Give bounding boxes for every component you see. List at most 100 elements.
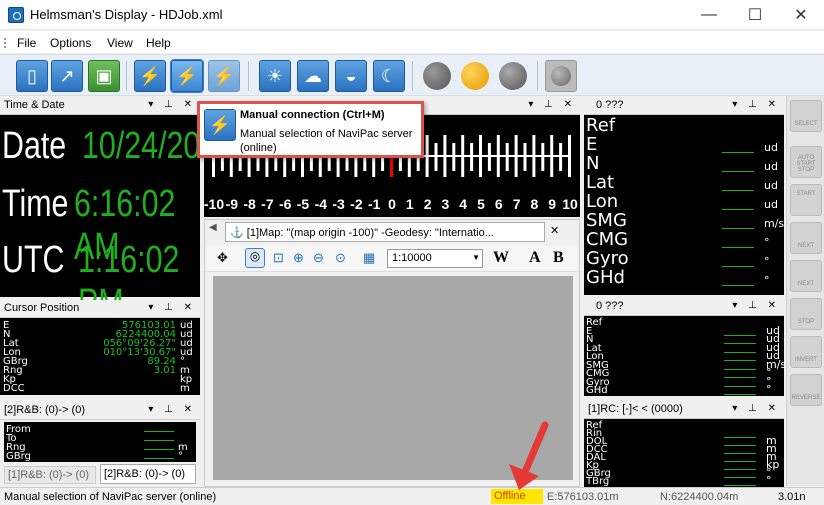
side-button-strip: SELECT AUTO START STOP START NEXT NEXT S… [786, 96, 824, 486]
ruler-tick-label: 6 [495, 196, 503, 212]
document-icon: ▯ [27, 65, 37, 86]
chevron-down-icon: ▼ [472, 253, 480, 262]
menu-help[interactable]: Help [146, 36, 171, 50]
ruler-tick-label: 10 [562, 196, 578, 212]
date-label: Date [2, 125, 67, 167]
cloud-mode-button[interactable]: ☁ [297, 60, 329, 92]
grid-icon[interactable]: ▦ [363, 250, 375, 266]
ruler-tick-label: 9 [548, 196, 556, 212]
reverse-button[interactable]: REVERSE [790, 374, 822, 406]
auto-start-stop-button[interactable]: AUTO START STOP [790, 146, 822, 178]
stop-button[interactable]: STOP [790, 298, 822, 330]
row-unit: ° [178, 451, 183, 462]
invert-button[interactable]: INVERT [790, 336, 822, 368]
gray-indicator-icon[interactable] [423, 62, 451, 90]
panel-controls[interactable]: ▾ ⊥ ✕ [528, 99, 576, 110]
tab-left-arrow[interactable]: ◀ [209, 222, 219, 240]
new-file-button[interactable]: ▯ [16, 60, 48, 92]
tooltip-body: Manual selection of NaviPac server (onli… [240, 128, 413, 154]
row-unit: ° [764, 255, 770, 268]
minimize-button[interactable]: — [686, 0, 732, 30]
menu-file[interactable]: File [17, 36, 36, 50]
panel-title: [2]R&B: (0)-> (0) [4, 404, 85, 416]
btn-b[interactable]: B [553, 249, 564, 267]
tab-rb-1[interactable]: [1]R&B: (0)-> (0) [4, 466, 96, 484]
open-file-button[interactable]: ↗ [51, 60, 83, 92]
panel-title: Time & Date [4, 99, 65, 111]
night-mode-button[interactable]: ☾ [373, 60, 405, 92]
zoom-extent-icon[interactable]: ⊙ [335, 250, 346, 266]
scale-select[interactable]: 1:10000 ▼ [387, 249, 483, 268]
next-button[interactable]: NEXT [790, 222, 822, 254]
right-panel-3: [1]RC: [-]< < (0000) ▾ ⊥ ✕ Ref Rin DOL m DCC… [584, 401, 784, 487]
row-unit: ° [764, 274, 770, 287]
rb-data: From To Rng m GBrg ° [4, 422, 196, 462]
zoom-out-icon[interactable]: ⊖ [313, 250, 324, 266]
gray-half-indicator-icon[interactable] [499, 62, 527, 90]
menu-options[interactable]: Options [50, 36, 91, 50]
status-east: E:576103.01m [547, 491, 619, 503]
panel-controls[interactable]: ▾ ⊥ ✕ [148, 99, 196, 110]
status-north: N:6224400.04m [660, 491, 739, 503]
cloud-icon: ☁ [304, 65, 322, 86]
connect-button[interactable]: ⚡ [134, 60, 166, 92]
value-line [724, 453, 756, 454]
disconnect-button[interactable]: ⚡ [208, 60, 240, 92]
btn-a[interactable]: A [529, 249, 541, 267]
row-unit: ° [766, 383, 772, 396]
yellow-indicator-icon[interactable] [461, 62, 489, 90]
record-icon [551, 66, 571, 86]
tab-rb-2[interactable]: [2]R&B: (0)-> (0) [100, 464, 196, 484]
zoom-in-icon[interactable]: ⊕ [293, 250, 304, 266]
close-button[interactable]: ✕ [778, 0, 824, 30]
right-panel-1: 0 ??? ▾ ⊥ ✕ Ref Eud Nud Lat ud Lon ud SMG m/s CMG… [584, 97, 784, 295]
row-unit: ud [764, 179, 778, 192]
plug-wireless-icon: ⚡ [212, 65, 236, 86]
zoom-window-icon[interactable]: ⊡ [273, 250, 284, 266]
menu-view[interactable]: View [107, 36, 133, 50]
dusk-mode-button[interactable]: ◒ [335, 60, 367, 92]
maximize-button[interactable]: ☐ [732, 0, 778, 30]
toolbar-separator [412, 61, 413, 91]
day-mode-button[interactable]: ☀ [259, 60, 291, 92]
panel-controls[interactable]: ▾ ⊥ ✕ [732, 300, 780, 311]
map-tab[interactable]: ⚓ [1]Map: "(map origin -100)" -Geodesy: … [225, 222, 545, 242]
panel-header: 0 ??? ▾ ⊥ ✕ [584, 97, 784, 115]
ruler-tick-label: -8 [243, 196, 256, 212]
pan-icon[interactable]: ✥ [217, 250, 228, 266]
panel-controls[interactable]: ▾ ⊥ ✕ [148, 404, 196, 415]
value-line [724, 377, 756, 378]
map-tab-close[interactable]: ✕ [550, 224, 559, 237]
ruler-tick-label: 8 [531, 196, 539, 212]
btn-w[interactable]: W [493, 249, 509, 267]
map-tab-title: [1]Map: "(map origin -100)" -Geodesy: "I… [246, 227, 494, 239]
center-icon[interactable]: ◎ [245, 248, 265, 268]
annotation-arrow [509, 421, 549, 490]
ruler-tick-label: -7 [261, 196, 274, 212]
row-label: Lat [586, 172, 615, 193]
sun-icon: ☀ [266, 65, 284, 86]
next-back-button[interactable]: NEXT [790, 260, 822, 292]
value-line [724, 394, 756, 395]
ruler-tick-label: 4 [459, 196, 467, 212]
value-line [724, 461, 756, 462]
start-button[interactable]: START [790, 184, 822, 216]
panel-header: [2]R&B: (0)-> (0) ▾ ⊥ ✕ [0, 402, 200, 420]
time-label: Time [2, 183, 69, 225]
panel-controls[interactable]: ▾ ⊥ ✕ [148, 302, 196, 313]
manual-connection-button[interactable]: ⚡ [170, 59, 204, 93]
ruler-tick-label: 5 [477, 196, 485, 212]
value-line [722, 247, 754, 248]
row-unit: ° [766, 474, 772, 487]
panel-controls[interactable]: ▾ ⊥ ✕ [732, 99, 780, 110]
panel-controls[interactable]: ▾ ⊥ ✕ [732, 403, 780, 414]
save-button[interactable]: ▣ [88, 60, 120, 92]
select-button[interactable]: SELECT [790, 100, 822, 132]
record-button[interactable] [545, 60, 577, 92]
toolbar-separator [248, 61, 249, 91]
ruler-tick-label: -10 [204, 196, 224, 212]
menu-bar: File Options View Help [0, 31, 824, 53]
value-line [722, 171, 754, 172]
value-line [724, 368, 756, 370]
row-unit: ud [764, 198, 778, 211]
